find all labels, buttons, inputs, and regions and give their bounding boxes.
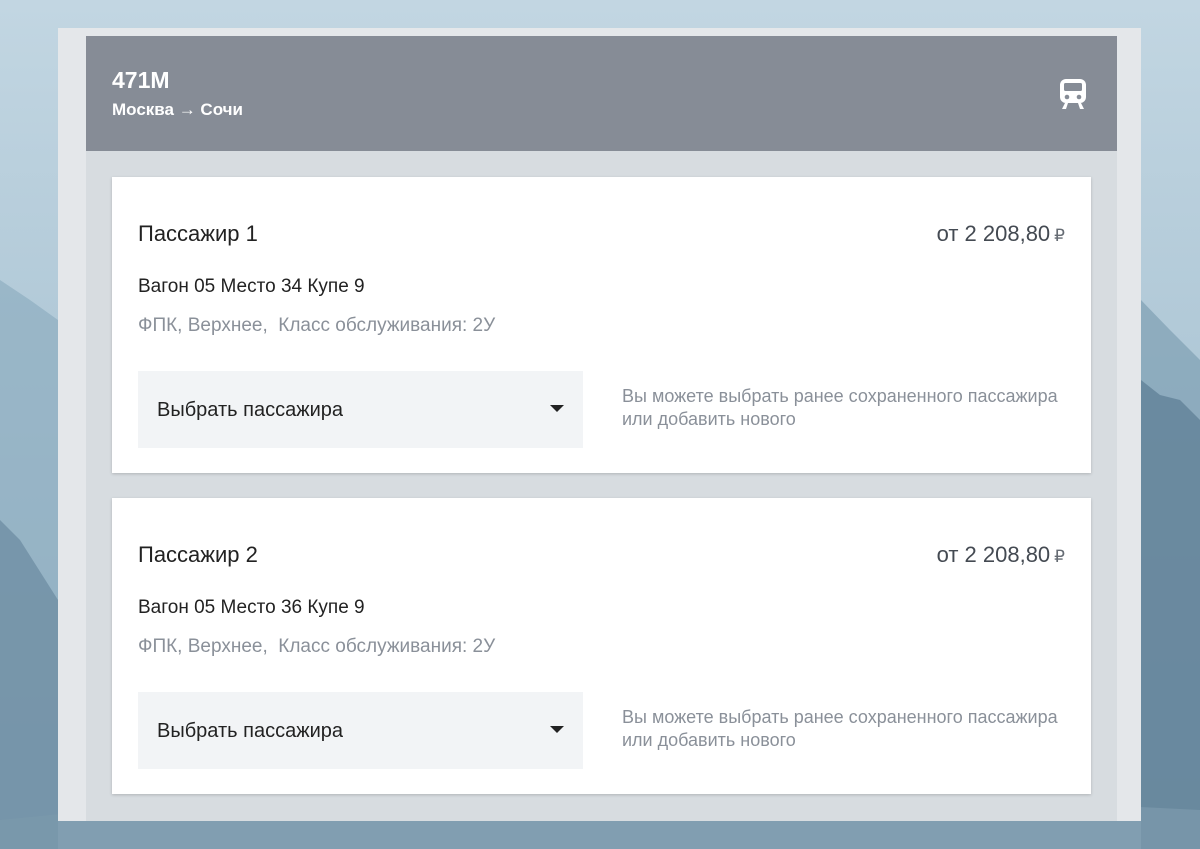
service-info: ФПК, Верхнее, Класс обслуживания: 2У <box>138 636 496 657</box>
passenger-price: от 2 208,80 ₽ <box>937 542 1065 570</box>
passenger-title: Пассажир 1 <box>138 221 258 246</box>
train-icon <box>1060 79 1086 109</box>
price-value: от 2 208,80 <box>936 542 1051 567</box>
select-passenger-label: Выбрать пассажира <box>157 399 343 421</box>
passenger-title: Пассажир 2 <box>138 542 258 567</box>
price-value: от 2 208,80 <box>936 221 1051 246</box>
train-number: 471М <box>112 67 170 93</box>
select-passenger-hint: Вы можете выбрать ранее сохраненного пас… <box>622 386 1058 429</box>
passenger-card: Пассажир 2 от 2 208,80 ₽ Вагон 05 Место 3… <box>112 498 1091 794</box>
caret-down-icon <box>550 726 564 733</box>
booking-panel: 471М Москва → Сочи Пассажир 1 от 2 208,8… <box>58 28 1141 821</box>
passenger-price: от 2 208,80 ₽ <box>937 221 1065 249</box>
ruble-icon: ₽ <box>1054 226 1065 245</box>
select-passenger-label: Выбрать пассажира <box>157 720 343 742</box>
select-passenger-dropdown[interactable]: Выбрать пассажира <box>138 692 583 769</box>
train-route: Москва → Сочи <box>112 100 243 119</box>
service-info: ФПК, Верхнее, Класс обслуживания: 2У <box>138 315 496 336</box>
select-passenger-dropdown[interactable]: Выбрать пассажира <box>138 371 583 448</box>
seat-info: Вагон 05 Место 36 Купе 9 <box>138 597 365 618</box>
passenger-card: Пассажир 1 от 2 208,80 ₽ Вагон 05 Место 3… <box>112 177 1091 473</box>
select-passenger-hint: Вы можете выбрать ранее сохраненного пас… <box>622 707 1058 750</box>
train-header: 471М Москва → Сочи <box>86 36 1117 151</box>
caret-down-icon <box>550 405 564 412</box>
ruble-icon: ₽ <box>1054 547 1065 566</box>
booking-inner: 471М Москва → Сочи Пассажир 1 от 2 208,8… <box>86 36 1117 821</box>
seat-info: Вагон 05 Место 34 Купе 9 <box>138 276 365 297</box>
